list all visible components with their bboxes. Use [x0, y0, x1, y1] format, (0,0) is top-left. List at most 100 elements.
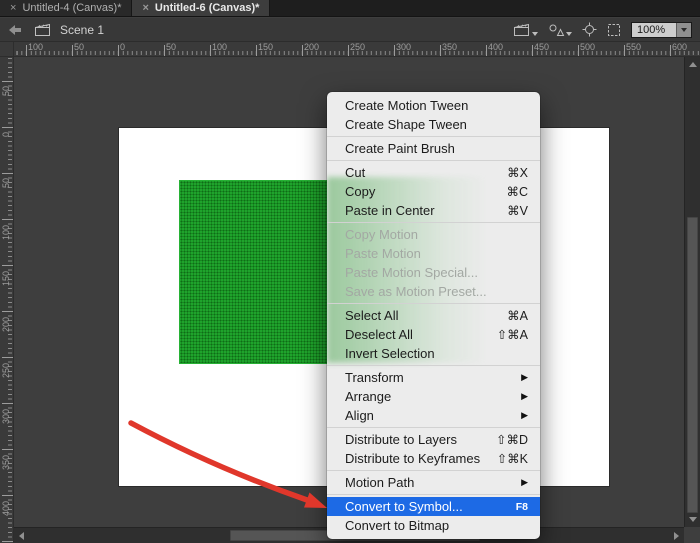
menu-item-create-shape-tween[interactable]: Create Shape Tween [327, 115, 540, 134]
menu-separator [327, 303, 540, 304]
menu-item-select-all[interactable]: Select All⌘A [327, 306, 540, 325]
ruler-label: 350 [2, 454, 11, 469]
menu-item-shortcut: F8 [516, 501, 528, 513]
edit-symbols-button[interactable] [548, 23, 572, 37]
ruler-label: 400 [2, 500, 11, 515]
menu-separator [327, 160, 540, 161]
menu-item-label: Create Motion Tween [345, 98, 528, 113]
menu-item-create-motion-tween[interactable]: Create Motion Tween [327, 96, 540, 115]
chevron-down-icon [532, 32, 538, 36]
vertical-scrollbar-thumb[interactable] [687, 217, 698, 513]
menu-item-label: Create Shape Tween [345, 117, 528, 132]
menu-item-convert-to-bitmap[interactable]: Convert to Bitmap [327, 516, 540, 535]
back-button[interactable] [4, 24, 26, 36]
menu-item-transform[interactable]: Transform▶ [327, 368, 540, 387]
clip-content-button[interactable] [607, 23, 621, 37]
close-icon[interactable]: × [142, 3, 148, 14]
ruler-major-tick [2, 357, 13, 358]
menu-item-copy-motion: Copy Motion [327, 225, 540, 244]
scroll-down-icon[interactable] [689, 517, 697, 522]
ruler-major-tick [210, 45, 211, 56]
ruler-label: 100 [28, 43, 43, 52]
menu-item-distribute-to-keyframes[interactable]: Distribute to Keyframes⇧⌘K [327, 449, 540, 468]
scene-breadcrumb[interactable]: Scene 1 [60, 23, 104, 37]
ruler-label: 350 [442, 43, 457, 52]
ruler-label: 550 [626, 43, 641, 52]
menu-item-label: Copy Motion [345, 227, 528, 242]
clapperboard-icon [513, 23, 531, 37]
edit-bar: Scene 1 100% [0, 18, 700, 42]
ruler-major-tick [72, 45, 73, 56]
ruler-label: 500 [580, 43, 595, 52]
menu-item-label: Distribute to Keyframes [345, 451, 497, 466]
ruler-corner [0, 42, 14, 57]
menu-item-label: Paste Motion Special... [345, 265, 528, 280]
menu-item-label: Motion Path [345, 475, 521, 490]
menu-item-convert-to-symbol[interactable]: Convert to Symbol...F8 [327, 497, 540, 516]
menu-item-label: Create Paint Brush [345, 141, 528, 156]
menu-item-deselect-all[interactable]: Deselect All⇧⌘A [327, 325, 540, 344]
menu-item-label: Save as Motion Preset... [345, 284, 528, 299]
menu-item-label: Cut [345, 165, 507, 180]
ruler-major-tick [2, 173, 13, 174]
ruler-major-tick [26, 45, 27, 56]
ruler-major-tick [2, 265, 13, 266]
menu-item-label: Paste Motion [345, 246, 528, 261]
ruler-label: 50 [2, 86, 11, 96]
tab-untitled-4[interactable]: × Untitled-4 (Canvas)* [0, 0, 132, 16]
ruler-label: 250 [350, 43, 365, 52]
ruler-label: 300 [396, 43, 411, 52]
ruler-major-tick [2, 449, 13, 450]
menu-item-shortcut: ⌘V [507, 203, 528, 218]
ruler-label: 250 [2, 362, 11, 377]
menu-item-copy[interactable]: Copy⌘C [327, 182, 540, 201]
ruler-label: 50 [74, 43, 84, 52]
tab-untitled-6[interactable]: × Untitled-6 (Canvas)* [132, 0, 270, 16]
ruler-major-tick [164, 45, 165, 56]
horizontal-ruler: 1005005010015020025030035040045050055060… [0, 42, 700, 57]
vertical-scrollbar[interactable] [684, 57, 700, 527]
close-icon[interactable]: × [10, 3, 16, 14]
submenu-arrow-icon: ▶ [521, 391, 528, 402]
submenu-arrow-icon: ▶ [521, 372, 528, 383]
zoom-level-dropdown[interactable]: 100% [631, 22, 692, 38]
ruler-label: 400 [488, 43, 503, 52]
menu-item-align[interactable]: Align▶ [327, 406, 540, 425]
menu-item-shortcut: ⇧⌘A [497, 327, 528, 342]
menu-item-invert-selection[interactable]: Invert Selection [327, 344, 540, 363]
menu-item-arrange[interactable]: Arrange▶ [327, 387, 540, 406]
ruler-label: 200 [304, 43, 319, 52]
menu-item-save-as-motion-preset: Save as Motion Preset... [327, 282, 540, 301]
vertical-ruler: 50050100150200250300350400450 [0, 57, 14, 543]
scroll-up-icon[interactable] [689, 62, 697, 67]
menu-separator [327, 365, 540, 366]
menu-item-motion-path[interactable]: Motion Path▶ [327, 473, 540, 492]
menu-item-paste-in-center[interactable]: Paste in Center⌘V [327, 201, 540, 220]
menu-item-cut[interactable]: Cut⌘X [327, 163, 540, 182]
scroll-right-icon[interactable] [674, 532, 679, 540]
ruler-major-tick [624, 45, 625, 56]
menu-item-create-paint-brush[interactable]: Create Paint Brush [327, 139, 540, 158]
menu-item-shortcut: ⌘X [507, 165, 528, 180]
tab-label: Untitled-4 (Canvas)* [22, 2, 121, 14]
menu-item-shortcut: ⌘A [507, 308, 528, 323]
edit-scene-button[interactable] [513, 23, 538, 37]
menu-item-distribute-to-layers[interactable]: Distribute to Layers⇧⌘D [327, 430, 540, 449]
ruler-major-tick [486, 45, 487, 56]
center-stage-button[interactable] [582, 22, 597, 37]
menu-item-label: Paste in Center [345, 203, 507, 218]
ruler-label: 450 [534, 43, 549, 52]
zoom-dropdown-button[interactable] [676, 23, 691, 37]
tab-label: Untitled-6 (Canvas)* [155, 2, 260, 14]
ruler-major-tick [532, 45, 533, 56]
context-menu: Create Motion Tween Create Shape Tween Cre… [327, 92, 540, 539]
animate-window: × Untitled-4 (Canvas)* × Untitled-6 (Can… [0, 0, 700, 543]
ruler-major-tick [440, 45, 441, 56]
menu-separator [327, 222, 540, 223]
menu-separator [327, 470, 540, 471]
scroll-left-icon[interactable] [19, 532, 24, 540]
menu-separator [327, 494, 540, 495]
menu-item-label: Select All [345, 308, 507, 323]
ruler-major-tick [118, 45, 119, 56]
ruler-label: 200 [2, 316, 11, 331]
